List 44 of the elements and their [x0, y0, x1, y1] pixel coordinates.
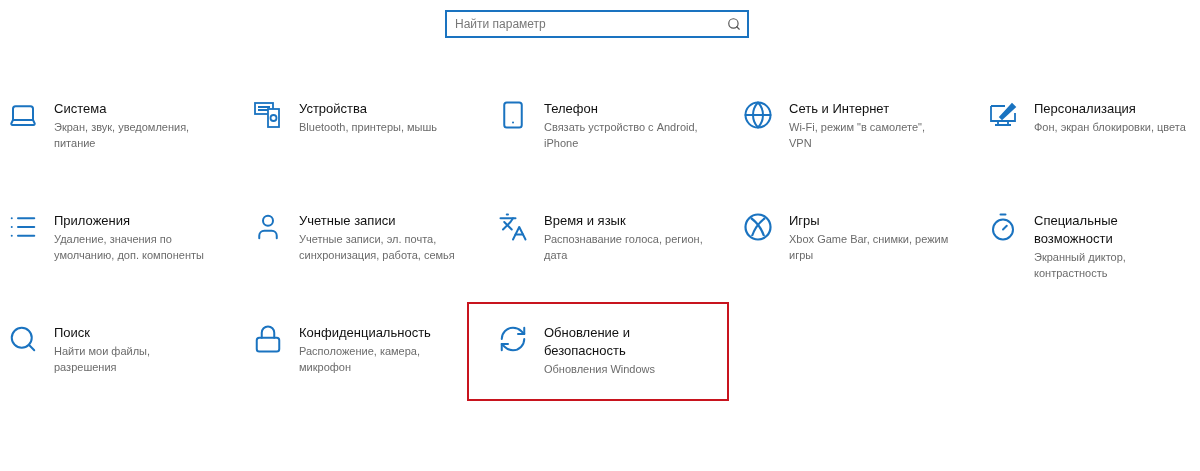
- settings-tile[interactable]: Обновление и безопасность Обновления Windows: [467, 302, 729, 401]
- tile-title: Телефон: [544, 100, 599, 118]
- settings-tile[interactable]: Игры Xbox Game Bar, снимки, режим игры: [743, 212, 988, 324]
- tile-title: Обновление и безопасность: [544, 324, 631, 360]
- tile-description: Расположение, камера, микрофон: [299, 344, 422, 375]
- tile-description: Найти мои файлы, разрешения: [54, 344, 152, 375]
- tile-title: Время и язык: [544, 212, 627, 230]
- tile-title: Система: [54, 100, 108, 118]
- settings-tile[interactable]: Сеть и Интернет Wi-Fi, режим "в самолете", VPN: [743, 100, 988, 212]
- tile-description: Bluetooth, принтеры, мышь: [299, 120, 439, 135]
- tile-description: Фон, экран блокировки, цвета: [1034, 120, 1187, 135]
- language-icon: [498, 212, 528, 242]
- keyboard-speaker-icon: [253, 100, 283, 130]
- tile-description: Удаление, значения по умолчанию, доп. компоненты: [54, 232, 205, 263]
- globe-icon: [743, 100, 773, 130]
- tile-title: Приложения: [54, 212, 132, 230]
- settings-tile[interactable]: Персонализация Фон, экран блокировки, цвета: [988, 100, 1200, 212]
- search-icon: [727, 17, 741, 31]
- settings-tile[interactable]: Система Экран, звук, уведомления, питание: [8, 100, 253, 212]
- settings-tile[interactable]: Специальные возможности Экранный диктор, контрастность: [988, 212, 1200, 324]
- tile-title: Учетные записи: [299, 212, 397, 230]
- settings-tile[interactable]: Устройства Bluetooth, принтеры, мышь: [253, 100, 498, 212]
- settings-tile[interactable]: Приложения Удаление, значения по умолчанию, доп. компоненты: [8, 212, 253, 324]
- tile-description: Обновления Windows: [544, 362, 657, 377]
- settings-tile[interactable]: Поиск Найти мои файлы, разрешения: [8, 324, 253, 436]
- tile-description: Распознавание голоса, регион, дата: [544, 232, 704, 263]
- tile-description: Wi-Fi, режим "в самолете", VPN: [789, 120, 927, 151]
- tile-title: Конфиденциальность: [299, 324, 432, 342]
- tile-description: Связать устройство с Android, iPhone: [544, 120, 699, 151]
- tile-description: Экран, звук, уведомления, питание: [54, 120, 191, 151]
- search-icon: [8, 324, 38, 354]
- tile-title: Поиск: [54, 324, 92, 342]
- lock-icon: [253, 324, 283, 354]
- tile-description: Учетные записи, эл. почта, синхронизация, работа, семья: [299, 232, 456, 263]
- settings-tile[interactable]: Телефон Связать устройство с Android, iPhone: [498, 100, 743, 212]
- tile-title: Сеть и Интернет: [789, 100, 891, 118]
- search-field[interactable]: Найти параметр: [445, 10, 749, 38]
- tile-title: Устройства: [299, 100, 368, 118]
- sync-icon: [498, 324, 528, 354]
- tile-title: Игры: [789, 212, 821, 230]
- tile-title: Специальные возможности: [1034, 212, 1119, 248]
- tile-description: Экранный диктор, контрастность: [1034, 250, 1127, 281]
- tile-description: Xbox Game Bar, снимки, режим игры: [789, 232, 949, 263]
- tile-title: Персонализация: [1034, 100, 1137, 118]
